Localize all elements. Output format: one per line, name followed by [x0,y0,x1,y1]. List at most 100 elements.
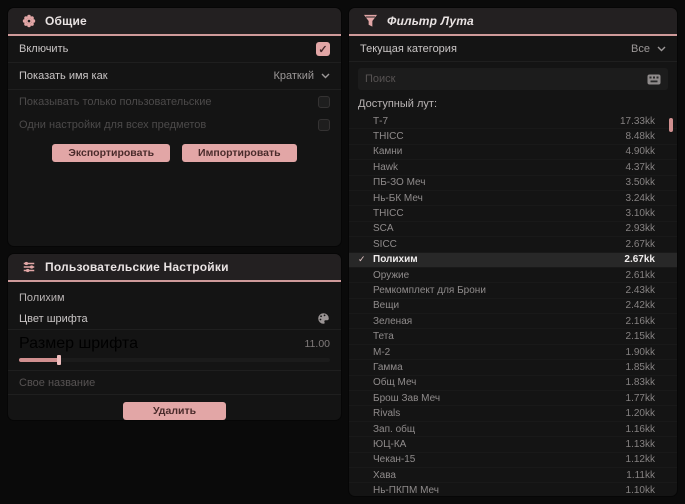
loot-item-value: 3.24kk [625,192,655,204]
loot-item-name: Rivals [373,408,401,420]
enable-checkbox[interactable]: ✓ [316,42,330,56]
only-custom-row: Показывать только пользовательские [8,90,341,113]
loot-item-value: 3.50kk [625,177,655,189]
loot-item-value: 2.67kk [624,254,655,266]
loot-item-name: Зеленая [373,315,413,327]
font-size-slider-thumb[interactable] [57,355,62,365]
loot-item-value: 17.33kk [619,115,655,127]
loot-item-value: 1.16kk [625,423,655,435]
palette-icon[interactable] [317,312,330,325]
search-input[interactable] [365,73,641,85]
chevron-down-icon [321,73,330,79]
loot-row[interactable]: ✓ Оружие 2.61kk [349,268,677,284]
category-row: Текущая категория Все [349,36,677,62]
loot-row[interactable]: ✓ Хава 1.11kk [349,468,677,484]
show-name-label: Показать имя как [19,70,108,82]
loot-item-value: 2.61kk [625,269,655,281]
loot-item-value: 2.15kk [625,331,655,343]
font-size-slider[interactable] [19,355,330,365]
loot-row[interactable]: ✓ Тета 2.15kk [349,329,677,345]
loot-row[interactable]: ✓ Чекан-15 1.12kk [349,453,677,468]
panel-general-header: Общие [8,8,341,36]
same-settings-checkbox[interactable] [318,118,330,131]
custom-name-row [8,371,341,395]
custom-name-input[interactable] [19,376,330,389]
loot-row[interactable]: ✓ Полихим 2.67kk [349,252,677,268]
loot-row[interactable]: ✓ Нь-ПКПМ Меч 1.10kk [349,483,677,496]
enable-label: Включить [19,43,69,55]
loot-item-value: 1.10kk [625,485,655,496]
loot-item-value: 1.90kk [625,346,655,358]
loot-row[interactable]: ✓ THICC 8.48kk [349,129,677,145]
same-settings-row: Одни настройки для всех предметов [8,113,341,136]
loot-row[interactable]: ✓ М-2 1.90kk [349,345,677,361]
user-settings-icon [22,260,36,274]
loot-item-value: 1.11kk [626,469,655,481]
loot-row[interactable]: ✓ Т-7 17.33kk [349,114,677,130]
show-name-dropdown[interactable]: Краткий [273,70,330,82]
loot-row[interactable]: ✓ THICC 3.10kk [349,206,677,222]
loot-item-name: Т-7 [373,115,388,127]
loot-row[interactable]: ✓ Hawk 4.37kk [349,160,677,176]
export-import-row: Экспортировать Импортировать [8,136,341,171]
loot-item-value: 8.48kk [625,131,655,143]
font-color-row: Цвет шрифта [8,308,341,330]
loot-item-name: Чекан-15 [373,454,416,466]
loot-item-name: Брош Зав Меч [373,392,441,404]
loot-row[interactable]: ✓ ПБ-ЗО Меч 3.50kk [349,176,677,191]
loot-item-value: 1.12kk [625,454,655,466]
chevron-down-icon [657,46,666,52]
only-custom-checkbox[interactable] [318,95,330,108]
funnel-icon [363,14,378,28]
panel-general-title: Общие [45,14,87,28]
loot-item-value: 4.37kk [625,161,655,173]
loot-item-name: Hawk [373,161,399,173]
show-name-row: Показать имя как Краткий [8,63,341,90]
loot-row[interactable]: ✓ Зеленая 2.16kk [349,314,677,330]
loot-list: ✓ Т-7 17.33kk ✓ THICC 8.48kk ✓ Камни 4.9… [349,114,677,496]
loot-item-name: SCA [373,223,394,235]
loot-item-name: Полихим [373,254,418,266]
loot-row[interactable]: ✓ Гамма 1.85kk [349,360,677,376]
loot-item-value: 1.20kk [625,408,655,420]
loot-item-value: 2.93kk [625,223,655,235]
category-dropdown[interactable]: Все [631,43,666,55]
loot-row[interactable]: ✓ Камни 4.90kk [349,145,677,161]
loot-item-name: Вещи [373,300,400,312]
font-size-slider-fill [19,358,60,362]
loot-item-value: 1.13kk [625,438,655,450]
loot-row[interactable]: ✓ ЮЦ-КА 1.13kk [349,437,677,453]
delete-button[interactable]: Удалить [122,402,227,420]
loot-item-name: ПБ-ЗО Меч [373,177,426,189]
font-size-value: 11.00 [304,338,331,350]
loot-row[interactable]: ✓ Общ Меч 1.83kk [349,376,677,392]
export-button[interactable]: Экспортировать [52,144,171,162]
loot-row[interactable]: ✓ SICC 2.67kk [349,237,677,253]
loot-item-name: Тета [373,331,394,343]
loot-item-name: SICC [373,238,397,250]
loot-row[interactable]: ✓ Rivals 1.20kk [349,406,677,422]
selected-check-icon: ✓ [358,254,366,265]
general-panel-spacer [8,171,341,246]
loot-row[interactable]: ✓ Зап. общ 1.16kk [349,422,677,438]
panel-user-settings: Пользовательские Настройки Полихим Цвет … [8,254,341,420]
import-button[interactable]: Импортировать [182,144,297,162]
left-column: Общие Включить ✓ Показать имя как Кратки… [8,8,341,428]
gear-icon [22,14,36,28]
available-loot-label: Доступный лут: [358,98,438,110]
scrollbar-thumb[interactable] [669,118,673,132]
loot-item-name: Нь-ПКПМ Меч [373,485,439,496]
panel-loot-filter-header: Фильтр Лута [349,8,677,36]
loot-row[interactable]: ✓ SCA 2.93kk [349,222,677,238]
loot-item-value: 1.83kk [625,377,655,389]
loot-row[interactable]: ✓ Нь-БК Меч 3.24kk [349,191,677,207]
loot-item-name: Зап. общ [373,423,416,435]
loot-row[interactable]: ✓ Вещи 2.42kk [349,299,677,315]
loot-item-name: М-2 [373,346,391,358]
panel-general: Общие Включить ✓ Показать имя как Кратки… [8,8,341,246]
keyboard-icon[interactable] [647,74,661,85]
loot-item-name: Хава [373,469,396,481]
loot-row[interactable]: ✓ Брош Зав Меч 1.77kk [349,391,677,407]
same-settings-label: Одни настройки для всех предметов [19,118,207,131]
loot-row[interactable]: ✓ Ремкомплект для Брони 2.43kk [349,283,677,299]
